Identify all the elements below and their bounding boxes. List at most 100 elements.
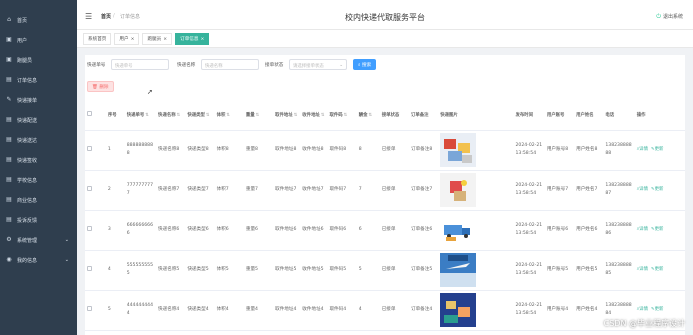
column-header-label: 快递类型 (187, 112, 205, 118)
column-header-label: 快递单号 (126, 112, 145, 118)
cell-to: 收件地址6 (300, 210, 328, 251)
sort-icon[interactable]: ⇅ (294, 113, 298, 118)
express-photo[interactable] (440, 173, 477, 207)
edit-label: 更新 (654, 187, 664, 192)
table-row[interactable]: 4 5555555555 快递名称5 快递类型5 体积5 重量5 取件地址5 收件地址5 取件码… (85, 250, 685, 291)
cell-text: 用户账号6 (546, 227, 569, 232)
sidebar-item[interactable]: ▣ 用户 (0, 30, 77, 50)
express-photo[interactable] (440, 213, 477, 247)
sort-icon[interactable]: ⇅ (369, 113, 373, 118)
table-row[interactable]: 1 8888888888 快递名称8 快递类型8 体积8 重量8 取件地址8 收件地址8 取件码… (85, 130, 685, 171)
sort-icon[interactable]: ⇅ (177, 113, 181, 118)
sidebar-item[interactable]: ▤ 快递送达 (0, 130, 77, 150)
sidebar-item[interactable]: ✎ 快递接单 (0, 90, 77, 110)
express-name-input[interactable]: 快递名称 (201, 59, 259, 70)
sort-icon[interactable]: ⇅ (344, 113, 348, 118)
row-select-cell[interactable] (85, 250, 106, 291)
tab[interactable]: 系统首页 (83, 32, 112, 45)
cell-fee: 4 (356, 290, 380, 331)
cell-weight: 重量4 (243, 290, 274, 331)
cell-weight: 重量5 (243, 250, 274, 291)
sidebar-item[interactable]: ▤ 商业信息 (0, 190, 77, 210)
tab[interactable]: 用户 × (114, 32, 140, 45)
cell-text: 2024-02-21 13:58:54 (515, 223, 543, 236)
close-icon[interactable]: × (131, 37, 135, 42)
close-icon[interactable]: × (201, 37, 205, 42)
sidebar-item[interactable]: ▣ 跑腿员 (0, 50, 77, 70)
express-photo[interactable] (440, 253, 477, 287)
status-select[interactable]: 请选择接单状态 ⌄ (289, 59, 347, 70)
cell-text: 取件码8 (329, 147, 347, 152)
sort-icon[interactable]: ⇅ (226, 113, 230, 118)
tab[interactable]: 订单信息 × (175, 32, 210, 45)
row-select-cell[interactable] (85, 210, 106, 251)
search-label-no: 快递单号 (87, 63, 106, 68)
edit-button[interactable]: ✎更新 (651, 187, 663, 192)
tab[interactable]: 跑腿员 × (142, 32, 173, 45)
row-select-cell[interactable] (85, 130, 106, 171)
detail-button[interactable]: ⌕详情 (637, 187, 648, 192)
cell-text: 3 (107, 227, 111, 232)
sidebar-item[interactable]: ▤ 订单信息 (0, 70, 77, 90)
cell-to: 收件地址5 (300, 250, 328, 291)
cell-text: 取件地址6 (275, 227, 297, 232)
express-photo[interactable] (440, 293, 477, 327)
sidebar-item[interactable]: ⌂ 首页 (0, 10, 77, 30)
sidebar-item[interactable]: ▤ 学校信息 (0, 170, 77, 190)
row-checkbox[interactable] (87, 305, 92, 311)
table-body: 1 8888888888 快递名称8 快递类型8 体积8 重量8 取件地址8 收件地址8 取件码… (85, 130, 685, 331)
cell-text: 订单备注8 (410, 147, 433, 152)
sort-icon[interactable]: ⇅ (206, 113, 210, 118)
sidebar-item[interactable]: ▤ 投诉反馈 (0, 210, 77, 230)
cell-code: 取件码6 (327, 210, 357, 251)
close-icon[interactable]: × (163, 37, 167, 42)
detail-button[interactable]: ⌕详情 (637, 267, 648, 272)
sidebar-item[interactable]: ▤ 快递配送 (0, 110, 77, 130)
search-label-status: 接单状态 (265, 63, 284, 68)
row-checkbox[interactable] (87, 225, 92, 231)
sort-icon[interactable]: ⇅ (321, 113, 325, 118)
row-checkbox[interactable] (87, 265, 92, 271)
cell-weight: 重量8 (243, 130, 274, 171)
sort-icon[interactable]: ⇅ (145, 113, 149, 118)
detail-button[interactable]: ⌕详情 (637, 147, 648, 152)
row-checkbox[interactable] (87, 145, 92, 151)
table-row[interactable]: 5 4444444444 快递名称4 快递类型4 体积4 重量4 取件地址4 收件地址4 取件码… (85, 290, 685, 331)
cell-remark: 订单备注4 (408, 290, 439, 331)
cell-to: 收件地址7 (300, 170, 328, 211)
cell-text: 6666666666 (126, 223, 154, 236)
cell-idx: 3 (105, 210, 125, 251)
sidebar-item[interactable]: ◉ 我的信息 ⌄ (0, 250, 77, 270)
edit-button[interactable]: ✎更新 (651, 307, 663, 312)
sidebar-item[interactable]: ⚙ 系统管理 ⌄ (0, 230, 77, 250)
runner-icon: ▣ (6, 56, 12, 63)
tab-label: 用户 (119, 36, 129, 42)
cell-text: 13823888884 (605, 303, 632, 316)
delete-button-label: 删除 (99, 85, 109, 90)
edit-button[interactable]: ✎更新 (651, 227, 663, 232)
edit-button[interactable]: ✎更新 (651, 147, 663, 152)
logout-button[interactable]: ⏻ 退出系统 (656, 13, 683, 21)
detail-button[interactable]: ⌕详情 (637, 227, 648, 232)
table-row[interactable]: 2 7777777777 快递名称7 快递类型7 体积7 重量7 取件地址7 收件地址7 取件码… (85, 170, 685, 211)
row-select-cell[interactable] (85, 290, 106, 331)
detail-label: 详情 (639, 267, 648, 272)
cell-text: 2024-02-21 13:58:54 (515, 143, 543, 156)
table-row[interactable]: 3 6666666666 快递名称6 快递类型6 体积6 重量6 取件地址6 收件地址6 取件码… (85, 210, 685, 251)
tracking-no-input[interactable]: 快递单号 (111, 59, 169, 70)
select-all-checkbox[interactable] (87, 111, 92, 117)
sort-icon[interactable]: ⇅ (256, 113, 260, 118)
cell-text: 用户账号8 (546, 147, 569, 152)
cell-uname: 用户姓名6 (574, 210, 604, 251)
search-button[interactable]: ⌕ 搜索 (353, 59, 377, 70)
detail-button[interactable]: ⌕详情 (637, 307, 648, 312)
sidebar-item[interactable]: ▤ 快递签收 (0, 150, 77, 170)
express-photo[interactable] (440, 133, 477, 167)
edit-button[interactable]: ✎更新 (651, 267, 663, 272)
delete-button[interactable]: 🗑 删除 (87, 81, 114, 92)
row-select-cell[interactable] (85, 170, 106, 211)
cell-uname: 用户姓名8 (574, 130, 604, 171)
row-checkbox[interactable] (87, 185, 92, 191)
select-all-cell[interactable] (85, 100, 106, 131)
edit-label: 更新 (654, 147, 664, 152)
